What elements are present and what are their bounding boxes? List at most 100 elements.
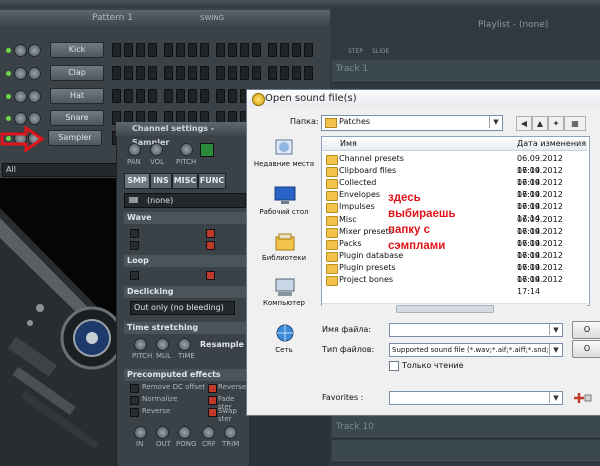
channel-pan-knob-icon[interactable] xyxy=(14,112,27,125)
step-button[interactable] xyxy=(200,43,209,57)
chevron-down-icon[interactable]: ▼ xyxy=(549,392,562,403)
channel-led-icon[interactable] xyxy=(6,116,11,121)
list-item[interactable]: Channel presets 06.09.2012 17:14 xyxy=(323,153,586,175)
place-computer-label[interactable]: Компьютер xyxy=(252,299,316,308)
step-button[interactable] xyxy=(188,66,197,80)
channel-button[interactable]: Hat xyxy=(50,88,104,104)
effect-checkbox[interactable] xyxy=(208,384,217,393)
tab-misc[interactable]: MISC xyxy=(172,173,198,189)
desktop-icon[interactable] xyxy=(273,184,297,206)
list-item[interactable]: Plugin presets 06.09.2012 17:14 xyxy=(323,262,586,284)
step-button[interactable] xyxy=(228,89,237,103)
in-knob-icon[interactable] xyxy=(134,426,147,439)
place-libraries-label[interactable]: Библиотеки xyxy=(252,254,316,263)
step-button[interactable] xyxy=(252,66,261,80)
ts-time-knob-icon[interactable] xyxy=(178,338,191,351)
step-button[interactable] xyxy=(148,89,157,103)
step-button[interactable] xyxy=(176,89,185,103)
tab-ins[interactable]: INS xyxy=(150,173,172,189)
step-button[interactable] xyxy=(164,43,173,57)
wave-option-checkbox[interactable] xyxy=(130,229,139,238)
pitch-knob-icon[interactable] xyxy=(180,143,193,156)
step-button[interactable] xyxy=(216,66,225,80)
wave-option-checkbox[interactable] xyxy=(206,241,215,250)
step-button[interactable] xyxy=(216,89,225,103)
step-button[interactable] xyxy=(292,66,301,80)
pong-knob-icon[interactable] xyxy=(178,426,191,439)
playlist-track[interactable]: Track 10 xyxy=(332,416,600,439)
channel-pan-knob-icon[interactable] xyxy=(14,67,27,80)
ts-mul-knob-icon[interactable] xyxy=(156,338,169,351)
playlist-track[interactable]: Track 1 xyxy=(332,60,600,83)
readonly-checkbox[interactable] xyxy=(389,361,399,371)
channel-led-icon[interactable] xyxy=(6,48,11,53)
step-button[interactable] xyxy=(112,66,121,80)
effect-checkbox[interactable] xyxy=(130,408,139,417)
pan-knob-icon[interactable] xyxy=(128,143,141,156)
step-button[interactable] xyxy=(148,66,157,80)
step-button[interactable] xyxy=(112,43,121,57)
channel-vol-knob-icon[interactable] xyxy=(28,44,41,57)
pattern-name[interactable]: Pattern 1 xyxy=(92,10,133,26)
cancel-button[interactable]: O xyxy=(572,340,600,358)
step-button[interactable] xyxy=(164,89,173,103)
channel-led-icon[interactable] xyxy=(6,94,11,99)
computer-icon[interactable] xyxy=(273,276,297,298)
step-button[interactable] xyxy=(176,66,185,80)
channel-button[interactable]: Kick xyxy=(50,42,104,58)
step-button[interactable] xyxy=(124,89,133,103)
effect-checkbox[interactable] xyxy=(130,384,139,393)
step-button[interactable] xyxy=(188,89,197,103)
out-knob-icon[interactable] xyxy=(156,426,169,439)
filename-input[interactable] xyxy=(389,323,563,337)
effect-checkbox[interactable] xyxy=(208,396,217,405)
channel-filter-select[interactable]: All xyxy=(2,163,123,177)
channel-button[interactable]: Sampler xyxy=(48,130,102,146)
list-item[interactable]: Project bones 06.09.2012 17:14 xyxy=(323,274,586,296)
network-icon[interactable] xyxy=(273,322,297,344)
place-network-label[interactable]: Сеть xyxy=(252,346,316,355)
channel-pan-knob-icon[interactable] xyxy=(14,90,27,103)
channel-button[interactable]: Snare xyxy=(50,110,104,126)
step-button[interactable] xyxy=(304,43,313,57)
step-button[interactable] xyxy=(240,43,249,57)
wave-option-checkbox[interactable] xyxy=(206,229,215,238)
place-desktop-label[interactable]: Рабочий стол xyxy=(252,208,316,217)
step-button[interactable] xyxy=(216,43,225,57)
tab-smp[interactable]: SMP xyxy=(124,173,150,189)
step-button[interactable] xyxy=(268,66,277,80)
new-folder-icon[interactable]: ✦ xyxy=(548,116,564,131)
channel-button[interactable]: Clap xyxy=(50,65,104,81)
tab-func[interactable]: FUNC xyxy=(198,173,226,189)
step-button[interactable] xyxy=(228,66,237,80)
scrollbar-thumb[interactable] xyxy=(396,305,494,313)
step-button[interactable] xyxy=(228,43,237,57)
step-button[interactable] xyxy=(200,89,209,103)
step-button[interactable] xyxy=(176,43,185,57)
step-button[interactable] xyxy=(124,66,133,80)
step-button[interactable] xyxy=(280,66,289,80)
place-recent-label[interactable]: Недавние места xyxy=(252,160,316,169)
vol-knob-icon[interactable] xyxy=(150,143,163,156)
step-button[interactable] xyxy=(124,43,133,57)
step-button[interactable] xyxy=(188,43,197,57)
channel-pan-knob-icon[interactable] xyxy=(14,44,27,57)
wave-option-checkbox[interactable] xyxy=(130,241,139,250)
column-date-header[interactable]: Дата изменения xyxy=(517,138,586,149)
step-button[interactable] xyxy=(136,66,145,80)
recent-places-icon[interactable] xyxy=(273,136,297,158)
channel-vol-knob-icon[interactable] xyxy=(28,90,41,103)
loop-option-checkbox[interactable] xyxy=(130,271,139,280)
column-name-header[interactable]: Имя xyxy=(340,138,357,149)
resample-select[interactable]: Resample xyxy=(200,340,244,349)
back-icon[interactable]: ◀ xyxy=(516,116,532,131)
step-button[interactable] xyxy=(112,89,121,103)
channel-vol-knob-icon[interactable] xyxy=(28,67,41,80)
effect-checkbox[interactable] xyxy=(130,396,139,405)
chevron-down-icon[interactable]: ▼ xyxy=(549,324,562,335)
playlist-track[interactable] xyxy=(332,440,600,463)
slide-label[interactable]: SLIDE xyxy=(372,48,389,55)
step-button[interactable] xyxy=(252,43,261,57)
effect-checkbox[interactable] xyxy=(208,408,217,417)
dialog-titlebar[interactable]: Open sound file(s) xyxy=(247,90,600,107)
